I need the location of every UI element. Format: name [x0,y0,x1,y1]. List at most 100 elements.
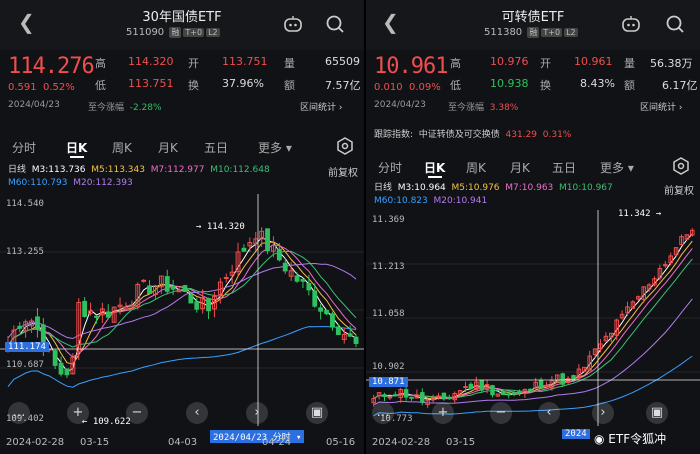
adjust-mode[interactable]: 前复权 [664,182,694,197]
x-axis-label: 03-15 [80,437,110,448]
tab-five-day[interactable]: 五日 [204,139,228,156]
candle [528,388,533,392]
robot-icon[interactable] [282,13,304,35]
tab-weekly-k[interactable]: 周K [466,159,486,176]
current-price-box: 10.871 [369,377,408,387]
tab-intraday[interactable]: 分时 [378,159,402,176]
candle [147,285,152,294]
prev-icon[interactable]: ‹ [186,402,208,424]
range-stat-button[interactable]: 区间统计 › [300,100,342,113]
kline-chart[interactable]: 114.540 113.255 111.174 110.687 109.402 … [0,194,364,427]
tab-monthly-k[interactable]: 月K [510,159,530,176]
candle [501,390,506,396]
candle [276,248,282,261]
tab-intraday[interactable]: 分时 [12,139,36,156]
candle [206,298,211,312]
stat-high-value: 10.976 [490,55,529,68]
tab-more[interactable]: 更多 ▾ [600,159,634,176]
candle [490,385,495,396]
candle [312,290,318,307]
stat-turnover: 换 [188,79,199,92]
candle [265,228,270,252]
tab-weekly-k[interactable]: 周K [112,139,132,156]
tab-monthly-k[interactable]: 月K [158,139,178,156]
ma-legend: 日线 M3:113.736 M5:113.343 M7:112.977 M10:… [8,165,270,188]
tab-daily-k[interactable]: 日K [66,139,87,156]
ma-line [7,262,357,340]
candle [82,300,88,317]
candle [463,386,468,389]
x-axis-label: 04-24 [262,437,292,448]
stat-volume-value: 56.38万 [650,57,693,70]
search-icon[interactable] [664,13,686,35]
candle [105,311,111,318]
y-label: 11.058 [372,309,405,319]
right-panel: ❮ 可转债ETF 511380 融 T+0 L2 10.961 0.010 0.09… [366,0,700,454]
stat-volume-value: 65509 [325,55,360,68]
tab-five-day[interactable]: 五日 [552,159,576,176]
adjust-mode[interactable]: 前复权 [328,164,358,179]
candle [324,309,329,315]
candle [35,316,40,330]
ma-line [373,355,693,417]
minus-icon[interactable]: − [490,402,512,424]
candle [560,373,565,385]
candle [58,362,64,375]
period-tabs: 分时 日K 周K 月K 五日 更多 ▾ [0,134,364,160]
settings-hex-icon[interactable] [672,157,690,175]
next-icon[interactable]: › [246,402,268,424]
stat-volume: 量 [284,57,295,70]
price-change: 0.591 0.52% [8,82,75,93]
candle [571,375,576,379]
fullscreen-icon[interactable]: ▣ [306,402,328,424]
y-label: 10.902 [372,362,405,372]
zoom-out-icon[interactable]: … [372,402,394,424]
candle [300,278,306,282]
y-label: 113.255 [6,247,44,257]
page-title: 可转债ETF [501,10,565,25]
candle [353,336,359,344]
min-marker: ← 109.622 [82,417,131,427]
range-stat-button[interactable]: 区间统计 › [640,100,682,113]
search-icon[interactable] [324,13,346,35]
zoom-out-icon[interactable]: … [8,402,30,424]
ma-line [373,248,693,399]
tab-daily-k[interactable]: 日K [424,159,445,176]
price-change: 0.010 0.09% [374,82,441,93]
candle [194,301,200,310]
kline-chart[interactable]: 11.369 11.213 11.058 10.902 10.871 10.77… [366,209,700,426]
stat-volume: 量 [624,57,635,70]
quote-block: 10.961 0.010 0.09% 2024/04/23 高 10.976 开… [366,50,700,125]
stat-turnover: 换 [540,79,551,92]
fullscreen-icon[interactable]: ▣ [646,402,668,424]
candle [479,379,484,391]
y-label: 114.540 [6,199,44,209]
settings-hex-icon[interactable] [336,137,354,155]
next-icon[interactable]: › [592,402,614,424]
candle [335,326,341,336]
candle [188,294,194,304]
candle [17,325,23,329]
stat-amount: 额 [624,79,635,92]
tab-more[interactable]: 更多 ▾ [258,139,292,156]
stat-low: 低 [95,79,106,92]
prev-icon[interactable]: ‹ [538,402,560,424]
zoom-in-icon[interactable]: + [432,402,454,424]
stat-amount: 额 [284,79,295,92]
zoom-in-icon[interactable]: + [67,402,89,424]
x-axis-label: 03-15 [446,437,476,448]
minus-icon[interactable]: − [126,402,148,424]
since-change: 至今涨幅 3.38% [448,103,519,113]
stat-turnover-value: 8.43% [580,77,615,90]
y-label: 11.369 [372,215,405,225]
stat-open: 开 [188,57,199,70]
candle [441,392,447,400]
candle [420,392,425,403]
candle [506,393,511,396]
robot-icon[interactable] [620,13,642,35]
quote-date: 2024/04/23 [374,100,426,110]
candle [387,396,393,399]
candle [141,279,147,282]
x-axis-label: 05-16 [326,437,356,448]
tracking-index[interactable]: 跟踪指数: 中证转债及可交换债 431.29 0.31% [366,124,700,142]
